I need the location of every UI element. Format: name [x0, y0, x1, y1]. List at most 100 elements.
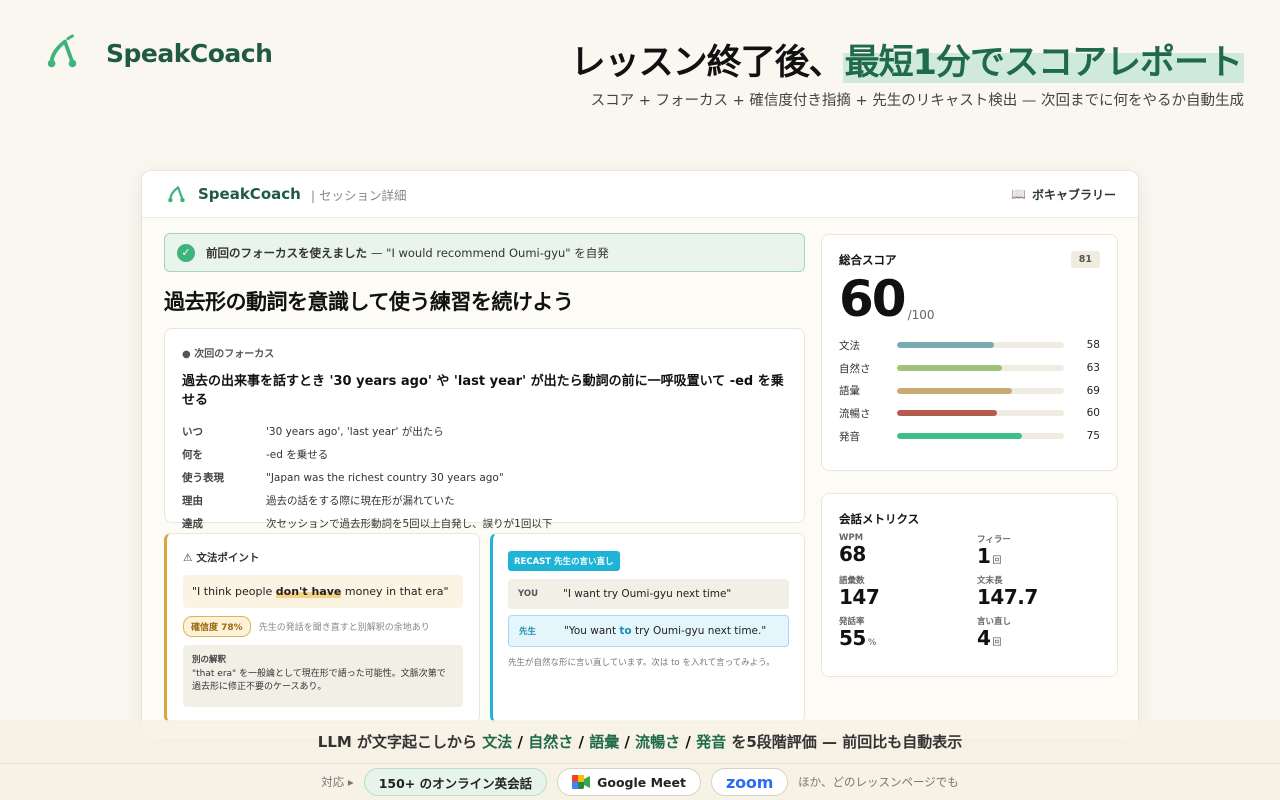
brand-name: SpeakCoach	[106, 38, 273, 68]
score-breakdown: 文法 58 自然さ 63 語彙 69 流暢さ 60 発音 75	[839, 334, 1100, 447]
google-meet-chip: Google Meet	[557, 768, 701, 796]
caption-post: を5段階評価 — 前回比も自動表示	[726, 733, 963, 751]
focus-key: いつ	[182, 426, 203, 438]
recast-note: 先生が自然な形に言い直しています。次は to を入れて言ってみよう。	[508, 658, 775, 668]
next-focus-label: ● 次回のフォーカス	[182, 349, 275, 360]
score-bar-row: 文法 58	[839, 334, 1100, 357]
recast-card: RECAST 先生の言い直し YOU "I want try Oumi-gyu …	[490, 533, 805, 723]
score-bar-value: 60	[1086, 407, 1100, 420]
hero-title: レッスン終了後、最短1分でスコアレポート	[571, 34, 1244, 85]
score-bar-value: 63	[1086, 362, 1100, 375]
score-bar-value: 58	[1086, 339, 1100, 352]
metric-value-wrap: 1回	[977, 545, 1107, 568]
caption-separator: /	[619, 733, 636, 751]
zoom-logo: zoom	[726, 772, 774, 792]
breadcrumb: | セッション詳細	[310, 187, 407, 203]
alt-label: 別の解釈	[192, 655, 227, 665]
window-brand-name[interactable]: SpeakCoach	[198, 185, 301, 203]
metrics-title: 会話メトリクス	[839, 512, 920, 526]
score-bar-track	[897, 410, 1064, 417]
focus-value: "Japan was the richest country 30 years …	[266, 471, 504, 484]
overall-score-denominator: /100	[907, 308, 935, 322]
focus-key: 使う表現	[182, 472, 224, 484]
score-bar-track	[897, 365, 1064, 372]
banner-bold: 前回のフォーカスを使えました	[206, 245, 367, 260]
brand-logo[interactable]: SpeakCoach	[44, 34, 273, 72]
score-bar-label: 自然さ	[839, 362, 871, 375]
metric: 語彙数 147	[839, 574, 977, 609]
recast-teacher-row: 先生 "You want to try Oumi-gyu next time."	[508, 615, 789, 647]
banner-text: — "I would recommend Oumi-gyu" を自発	[371, 245, 609, 260]
you-label: YOU	[518, 589, 538, 599]
focus-value: 次セッションで過去形動詞を5回以上自発し、誤りが1回以下	[266, 518, 553, 530]
focus-row: いつ '30 years ago', 'last year' が出たら	[182, 420, 787, 443]
recast-you-row: YOU "I want try Oumi-gyu next time"	[508, 579, 789, 609]
score-bar-row: 自然さ 63	[839, 357, 1100, 380]
focus-value: '30 years ago', 'last year' が出たら	[266, 426, 444, 438]
brand-mark-icon	[47, 34, 77, 68]
metric-value: 147.7	[977, 585, 1038, 609]
overall-score: 60 /100	[839, 274, 1100, 324]
metric-value: 68	[839, 542, 866, 566]
brand-mark-icon	[168, 186, 185, 203]
caption-criterion: 自然さ	[528, 733, 574, 751]
previous-focus-banner: ✓ 前回のフォーカスを使えました — "I would recommend Ou…	[164, 233, 805, 272]
metric: 発話率 55%	[839, 615, 977, 650]
focus-key: 何を	[182, 449, 203, 461]
metric: フィラー 1 回	[977, 533, 1107, 568]
metric-value-wrap: 147.7	[977, 586, 1107, 609]
overall-score-value: 60	[839, 270, 907, 328]
caption-separator: /	[680, 733, 697, 751]
confidence-row: 確信度 78% 先生の発話を聞き直すと別解釈の余地あり	[183, 616, 463, 637]
focus-row: 達成 次セッションで過去形動詞を5回以上自発し、誤りが1回以下	[182, 512, 787, 535]
overall-score-card: 総合スコア 81 60 /100 文法 58 自然さ 63 語彙 69 流暢さ 60 発音 75	[821, 234, 1118, 471]
score-bar-label: 文法	[839, 339, 860, 352]
window-header: SpeakCoach | セッション詳細 📖 ボキャブラリー	[142, 171, 1138, 218]
score-bar-label: 発音	[839, 430, 860, 443]
metric-value: 55	[839, 626, 866, 650]
overall-score-label: 総合スコア	[839, 253, 897, 267]
hero-title-pre: レッスン終了後、	[570, 43, 844, 83]
metric: 文末長 147.7	[977, 574, 1107, 609]
grammar-heading: ⚠ 文法ポイント	[183, 550, 463, 565]
score-bar-fill	[897, 342, 994, 349]
teacher-text: "You want to try Oumi-gyu next time."	[564, 625, 766, 637]
focus-row: 何を -ed を乗せる	[182, 443, 787, 466]
side-column: 総合スコア 81 60 /100 文法 58 自然さ 63 語彙 69 流暢さ 60 発音 75 …	[821, 234, 1118, 677]
score-bar-track	[897, 387, 1064, 394]
score-bar-track	[897, 342, 1064, 349]
metric-value: 4	[977, 626, 991, 650]
previous-score-badge: 81	[1070, 251, 1100, 268]
recast-tag: RECAST 先生の言い直し	[508, 551, 620, 571]
online-english-chip: 150+ のオンライン英会話	[363, 768, 548, 796]
metric-value: 147	[839, 585, 880, 609]
quote-pre: "I think people	[192, 585, 276, 598]
caption-criterion: 文法	[482, 733, 513, 751]
alternative-interpretation: 別の解釈 "that era" を一般論として現在形で語った可能性。文脈次第で過…	[183, 645, 463, 707]
focus-value: -ed を乗せる	[266, 449, 329, 461]
focus-row: 理由 過去の話をする際に現在形が漏れていた	[182, 489, 787, 512]
supported-label: 対応 ▸	[321, 775, 354, 789]
focus-row: 使う表現 "Japan was the richest country 30 ye…	[182, 466, 787, 489]
next-focus-main: 過去の出来事を話すとき '30 years ago' や 'last year'…	[182, 374, 784, 408]
next-focus-card: ● 次回のフォーカス 過去の出来事を話すとき '30 years ago' や …	[164, 328, 805, 530]
session-title: 過去形の動詞を意識して使う練習を続けよう	[164, 290, 574, 314]
caption-separator: /	[573, 733, 590, 751]
alt-text: "that era" を一般論として現在形で語った可能性。文脈次第で過去形に修正…	[192, 669, 446, 693]
score-bar-row: 流暢さ 60	[839, 402, 1100, 425]
score-bar-fill	[897, 433, 1023, 440]
metric-value-wrap: 68	[839, 543, 977, 566]
quote-error-highlight: don't have	[275, 585, 342, 598]
metric-label: フィラー	[977, 535, 1011, 545]
confidence-note: 先生の発話を聞き直すと別解釈の余地あり	[258, 623, 430, 633]
feedback-row: ⚠ 文法ポイント "I think people don't have money…	[164, 533, 805, 723]
quote-post: money in that era"	[341, 585, 449, 598]
teacher-label: 先生	[519, 627, 537, 637]
metric-unit: 回	[992, 638, 1001, 648]
check-icon: ✓	[177, 243, 195, 262]
focus-key: 達成	[182, 518, 203, 530]
supported-platforms: 対応 ▸ 150+ のオンライン英会話 Google Meet zoom ほか、…	[0, 763, 1280, 800]
score-bar-value: 75	[1086, 430, 1100, 443]
conversation-metrics-card: 会話メトリクス WPM 68 フィラー 1 回語彙数 147 文末長 147.7 発話率 55% 言…	[821, 493, 1118, 677]
vocabulary-button[interactable]: 📖 ボキャブラリー	[1011, 186, 1116, 203]
